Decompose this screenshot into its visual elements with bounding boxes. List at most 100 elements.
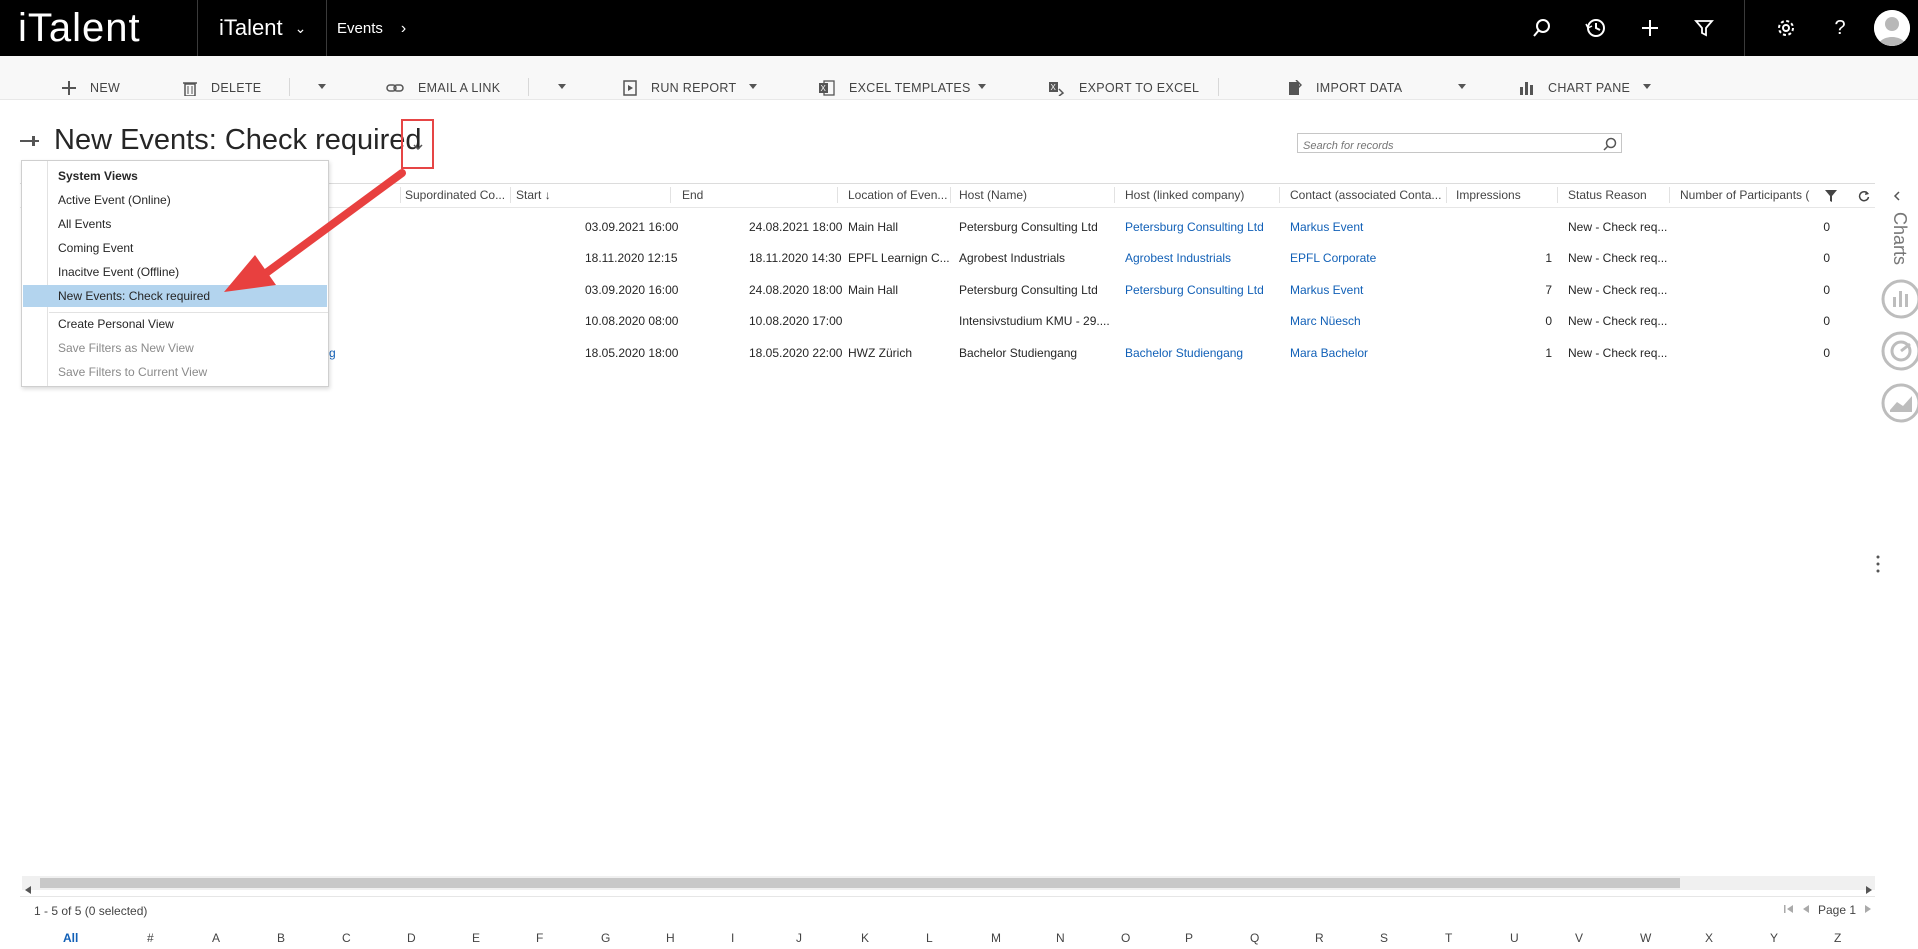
new-button[interactable]: NEW [62,78,120,98]
chart-pane-caret-icon[interactable] [1643,84,1651,89]
letter-filter-c[interactable]: C [342,931,351,945]
cell-contact[interactable]: Markus Event [1290,283,1363,297]
letter-filter-v[interactable]: V [1575,931,1583,945]
column-header-status-reason[interactable]: Status Reason [1568,188,1647,202]
save-filters-new-view-option[interactable]: Save Filters as New View [58,341,194,355]
letter-filter-all[interactable]: All [63,931,78,945]
letter-filter-i[interactable]: I [731,931,734,945]
letter-filter-q[interactable]: Q [1250,931,1259,945]
import-data-caret-icon[interactable] [1458,84,1466,89]
app-switcher[interactable]: iTalent ⌄ [219,0,306,56]
column-header-participants[interactable]: Number of Participants ( [1680,188,1809,202]
previous-page-icon[interactable] [1802,903,1810,917]
column-header-end[interactable]: End [682,188,703,202]
create-plus-icon[interactable] [1634,12,1666,44]
search-icon[interactable] [1603,136,1617,155]
view-option-coming-event[interactable]: Coming Event [58,241,133,255]
view-option-all-events[interactable]: All Events [58,217,111,231]
letter-filter-j[interactable]: J [796,931,802,945]
excel-templates-button[interactable]: X EXCEL TEMPLATES [819,78,971,98]
import-data-button[interactable]: IMPORT DATA [1288,78,1402,98]
bar-chart-icon [1520,81,1534,95]
view-selector-button[interactable] [401,119,434,169]
cell-contact[interactable]: Mara Bachelor [1290,346,1368,360]
cell-host-company[interactable]: Petersburg Consulting Ltd [1125,220,1264,234]
cell-host-company[interactable]: Petersburg Consulting Ltd [1125,283,1264,297]
search-input[interactable] [1298,137,1588,155]
column-header-start[interactable]: Start ↓ [516,188,551,202]
refresh-icon[interactable] [1858,190,1870,205]
run-report-button[interactable]: RUN REPORT [623,78,736,98]
column-header-host-name[interactable]: Host (Name) [959,188,1027,202]
column-header-host-company[interactable]: Host (linked company) [1125,188,1244,202]
letter-filter-t[interactable]: T [1445,931,1452,945]
letter-filter-a[interactable]: A [212,931,220,945]
breadcrumb[interactable]: Events › [337,0,406,56]
run-report-caret-icon[interactable] [749,84,757,89]
chart-pane-button[interactable]: CHART PANE [1520,78,1630,98]
charts-label[interactable]: Charts [1889,212,1910,265]
recent-history-icon[interactable] [1580,12,1612,44]
letter-filter-x[interactable]: X [1705,931,1713,945]
letter-filter-b[interactable]: B [277,931,285,945]
filter-icon[interactable] [1824,189,1838,206]
settings-gear-icon[interactable] [1770,12,1802,44]
area-chart-icon[interactable] [1880,382,1918,428]
letter-filter-z[interactable]: Z [1834,931,1841,945]
breadcrumb-events[interactable]: Events [337,20,383,37]
save-filters-current-view-option[interactable]: Save Filters to Current View [58,365,207,379]
view-option-inactive-event[interactable]: Inacitve Event (Offline) [58,265,179,279]
column-header-contact[interactable]: Contact (associated Conta... [1290,188,1441,202]
view-option-new-events-check-required[interactable]: New Events: Check required [58,289,210,303]
app-logo[interactable]: iTalent [18,4,141,52]
cell-contact[interactable]: EPFL Corporate [1290,251,1376,265]
letter-filter-s[interactable]: S [1380,931,1388,945]
letter-filter-k[interactable]: K [861,931,869,945]
cell-host-company[interactable]: Agrobest Industrials [1125,251,1231,265]
letter-filter-r[interactable]: R [1315,931,1324,945]
letter-filter-y[interactable]: Y [1770,931,1778,945]
horizontal-scrollbar[interactable] [22,876,1875,894]
cell-contact[interactable]: Markus Event [1290,220,1363,234]
next-page-icon[interactable] [1864,903,1872,917]
cell-host-company[interactable]: Bachelor Studiengang [1125,346,1243,360]
bar-chart-icon[interactable] [1880,278,1918,324]
letter-filter-e[interactable]: E [472,931,480,945]
view-option-active-event[interactable]: Active Event (Online) [58,193,171,207]
letter-filter-f[interactable]: F [536,931,543,945]
letter-filter-m[interactable]: M [991,931,1001,945]
letter-filter-l[interactable]: L [926,931,933,945]
user-avatar[interactable] [1874,10,1910,46]
scrollbar-thumb[interactable] [40,878,1680,888]
cell-start: 18.11.2020 12:15 [585,251,678,265]
pie-chart-icon[interactable] [1880,330,1918,376]
column-header-impressions[interactable]: Impressions [1456,188,1521,202]
letter-filter-g[interactable]: G [601,931,610,945]
first-page-icon[interactable] [1784,903,1794,917]
cell-contact[interactable]: Marc Nüesch [1290,314,1361,328]
create-personal-view-option[interactable]: Create Personal View [58,317,174,331]
column-divider [670,187,671,203]
letter-filter-n[interactable]: N [1056,931,1065,945]
letter-filter-h[interactable]: H [666,931,675,945]
expand-rail-chevron-icon[interactable] [1893,186,1901,205]
pin-view-icon[interactable] [20,132,40,151]
letter-filter-w[interactable]: W [1640,931,1651,945]
column-header-location[interactable]: Location of Even... [848,188,947,202]
letter-filter-u[interactable]: U [1510,931,1519,945]
resize-handle-icon[interactable] [1876,554,1880,578]
delete-button[interactable]: DELETE [183,78,261,98]
email-link-caret-icon[interactable] [558,84,566,89]
excel-templates-caret-icon[interactable] [978,84,986,89]
letter-filter-number[interactable]: # [147,931,154,945]
search-icon[interactable] [1526,12,1558,44]
advanced-find-filter-icon[interactable] [1688,12,1720,44]
letter-filter-o[interactable]: O [1121,931,1130,945]
export-to-excel-button[interactable]: X EXPORT TO EXCEL [1049,78,1199,98]
letter-filter-p[interactable]: P [1185,931,1193,945]
delete-menu-caret-icon[interactable] [318,84,326,89]
letter-filter-d[interactable]: D [407,931,416,945]
column-header-supordinated[interactable]: Supordinated Co... [405,188,505,202]
help-question-icon[interactable]: ? [1824,12,1856,44]
email-link-button[interactable]: EMAIL A LINK [386,78,500,98]
